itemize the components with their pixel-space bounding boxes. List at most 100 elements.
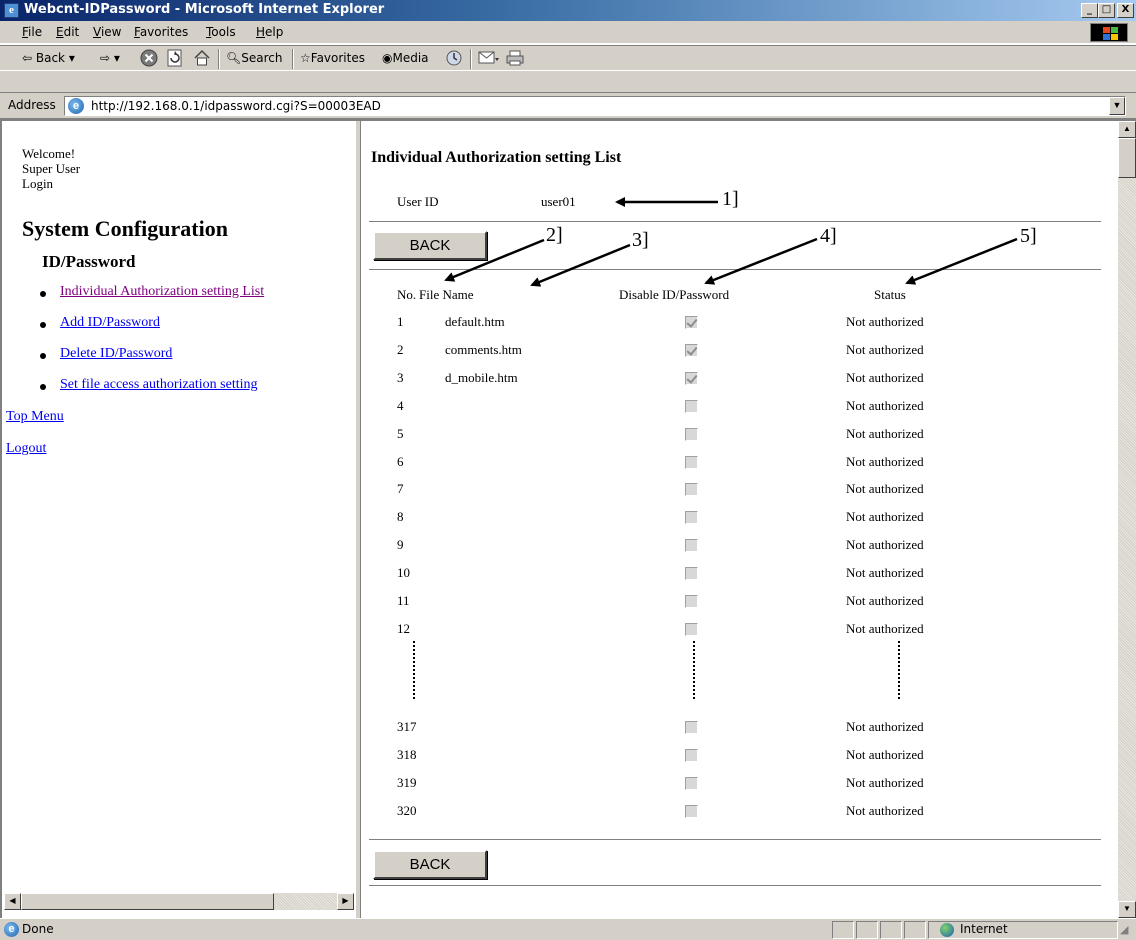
status-pane	[904, 921, 926, 939]
nav-add-id-password[interactable]: Add ID/Password	[60, 315, 160, 331]
disable-id-password-checkbox[interactable]	[685, 623, 698, 636]
address-input[interactable]: e http://192.168.0.1/idpassword.cgi?S=00…	[64, 96, 1126, 116]
stop-icon[interactable]	[140, 49, 158, 67]
address-bar: Address e http://192.168.0.1/idpassword.…	[0, 92, 1136, 118]
search-icon: 🔍︎	[226, 51, 242, 65]
back-button-bottom[interactable]: BACK	[373, 850, 487, 879]
scroll-down-button[interactable]: ▼	[1118, 901, 1136, 918]
welcome-text: Welcome!	[22, 146, 76, 161]
internet-globe-icon	[940, 923, 954, 937]
history-icon[interactable]	[445, 49, 463, 67]
disable-id-password-checkbox[interactable]	[685, 749, 698, 762]
disable-id-password-checkbox[interactable]	[685, 567, 698, 580]
row-file-name: d_mobile.htm	[445, 370, 518, 385]
forward-arrow-icon: ⇨ ▾	[100, 51, 120, 65]
menu-bar: File Edit View Favorites Tools Help	[0, 21, 1136, 44]
row-number: 6	[397, 454, 404, 469]
address-dropdown-button[interactable]: ▼	[1109, 97, 1125, 115]
row-status: Not authorized	[846, 803, 924, 818]
menu-file[interactable]: File	[22, 25, 42, 39]
nav-individual-authorization-list[interactable]: Individual Authorization setting List	[60, 284, 264, 300]
maximize-button[interactable]: □	[1098, 3, 1115, 18]
menu-favorites[interactable]: Favorites	[134, 25, 188, 39]
row-number: 3	[397, 370, 404, 385]
disable-id-password-checkbox[interactable]	[685, 428, 698, 441]
annotation-arrow-5	[905, 237, 1018, 285]
favorites-button[interactable]: ☆Favorites	[300, 51, 365, 65]
nav-delete-id-password[interactable]: Delete ID/Password	[60, 346, 172, 362]
row-number: 4	[397, 398, 404, 413]
row-number: 9	[397, 537, 404, 552]
user-name: Super User	[22, 161, 81, 176]
windows-logo-icon	[1090, 23, 1128, 42]
bullet-icon	[40, 384, 46, 390]
row-file-name: comments.htm	[445, 342, 522, 357]
nav-top-menu[interactable]: Top Menu	[6, 409, 64, 425]
minimize-button[interactable]: _	[1081, 3, 1098, 18]
row-number: 317	[397, 719, 417, 734]
security-zone-text: Internet	[960, 922, 1008, 936]
disable-id-password-checkbox[interactable]	[685, 805, 698, 818]
ie-app-icon: e	[4, 3, 19, 18]
search-button[interactable]: 🔍︎Search	[226, 51, 282, 65]
id-password-subheading: ID/Password	[42, 252, 136, 271]
menu-help[interactable]: Help	[256, 25, 283, 39]
annotation-arrow-4	[704, 237, 818, 285]
system-configuration-heading: System Configuration	[22, 216, 228, 241]
menu-tools[interactable]: Tools	[206, 25, 236, 39]
menu-edit[interactable]: Edit	[56, 25, 79, 39]
disable-id-password-checkbox[interactable]	[685, 595, 698, 608]
scroll-right-button[interactable]: ▶	[337, 893, 354, 910]
status-pane	[880, 921, 902, 939]
refresh-icon[interactable]	[166, 49, 184, 67]
scrollbar-thumb[interactable]	[1118, 138, 1136, 178]
row-number: 320	[397, 803, 417, 818]
nav-set-file-access-authorization[interactable]: Set file access authorization setting	[60, 377, 258, 393]
close-button[interactable]: X	[1117, 3, 1134, 18]
row-number: 5	[397, 426, 404, 441]
disable-id-password-checkbox[interactable]	[685, 400, 698, 413]
disable-id-password-checkbox[interactable]	[685, 511, 698, 524]
print-icon[interactable]	[506, 49, 524, 67]
row-number: 10	[397, 565, 410, 580]
standard-toolbar: ⇦ Back ▾ ⇨ ▾ 🔍︎Search ☆Favorites ◉Media	[0, 45, 1136, 71]
nav-logout[interactable]: Logout	[6, 441, 46, 457]
login-text: Login	[22, 176, 54, 191]
scroll-left-button[interactable]: ◀	[4, 893, 21, 910]
scrollbar-track[interactable]	[1118, 138, 1136, 901]
disable-id-password-checkbox[interactable]	[685, 344, 698, 357]
annotation-arrow-2	[444, 238, 545, 282]
row-status: Not authorized	[846, 426, 924, 441]
row-status: Not authorized	[846, 593, 924, 608]
disable-id-password-checkbox[interactable]	[685, 372, 698, 385]
disable-id-password-checkbox[interactable]	[685, 539, 698, 552]
disable-id-password-checkbox[interactable]	[685, 721, 698, 734]
row-status: Not authorized	[846, 621, 924, 636]
forward-button[interactable]: ⇨ ▾	[100, 51, 120, 65]
resize-grip-icon[interactable]: ◢	[1120, 923, 1128, 936]
row-number: 319	[397, 775, 417, 790]
menu-view[interactable]: View	[93, 25, 121, 39]
row-status: Not authorized	[846, 509, 924, 524]
disable-id-password-checkbox[interactable]	[685, 777, 698, 790]
home-icon[interactable]	[193, 49, 211, 67]
row-status: Not authorized	[846, 454, 924, 469]
annotation-arrows	[444, 197, 1018, 287]
status-bar: e Done Internet ◢	[0, 918, 1136, 940]
scroll-up-button[interactable]: ▲	[1118, 121, 1136, 138]
back-button[interactable]: ⇦ Back ▾	[22, 51, 75, 65]
scrollbar-thumb[interactable]	[21, 893, 274, 910]
page-status-icon: e	[4, 922, 19, 937]
disable-id-password-checkbox[interactable]	[685, 483, 698, 496]
title-bar: e Webcnt-IDPassword - Microsoft Internet…	[0, 0, 1136, 21]
mail-icon[interactable]	[478, 49, 499, 67]
bullet-icon	[40, 322, 46, 328]
address-url: http://192.168.0.1/idpassword.cgi?S=0000…	[91, 99, 381, 113]
row-status: Not authorized	[846, 747, 924, 762]
main-vertical-scrollbar[interactable]: ▲ ▼	[1118, 121, 1136, 918]
media-button[interactable]: ◉Media	[382, 51, 429, 65]
continuation-dots	[413, 641, 415, 699]
left-horizontal-scrollbar[interactable]: ◀ ▶	[4, 893, 354, 910]
disable-id-password-checkbox[interactable]	[685, 456, 698, 469]
row-status: Not authorized	[846, 775, 924, 790]
